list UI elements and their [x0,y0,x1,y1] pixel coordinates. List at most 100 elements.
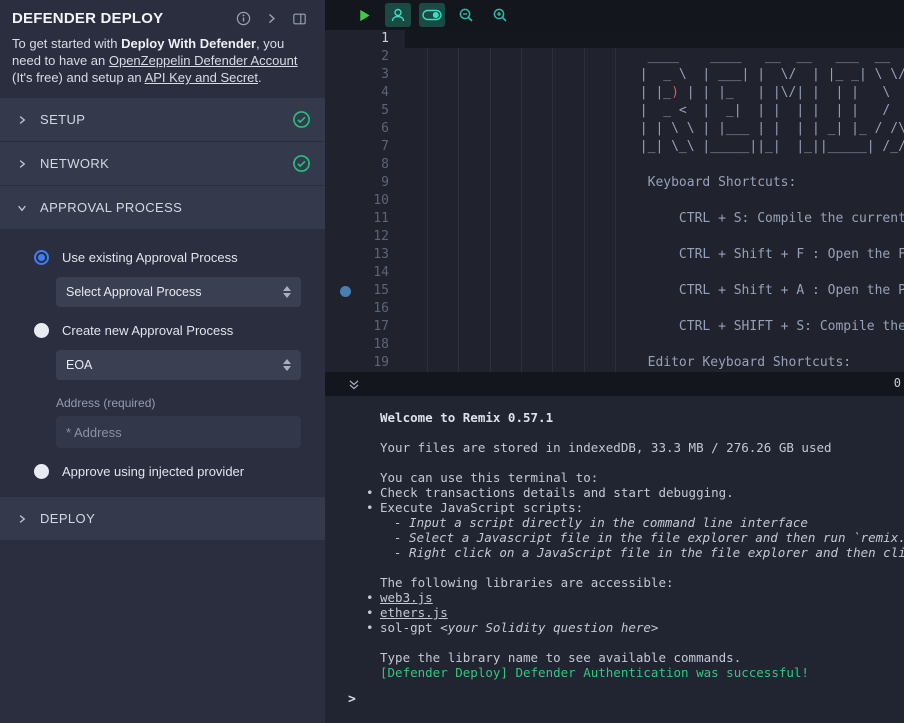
radio-label: Use existing Approval Process [62,250,238,265]
line-number[interactable]: 7 [325,138,405,156]
code-text: CTRL + Shift + F : Open the File Explore… [405,246,904,264]
editor-line[interactable]: 12 [325,228,904,246]
terminal-line [365,455,904,470]
intro-pre: To get started with [12,36,121,51]
collapse-panel-chevron-icon[interactable] [265,12,278,25]
collapse-terminal-icon[interactable] [347,378,361,391]
chevron-right-icon [16,114,28,126]
editor-line[interactable]: 16 [325,300,904,318]
terminal-line: ethers.js [365,605,904,620]
line-number[interactable]: 10 [325,192,405,210]
info-icon[interactable] [236,11,251,26]
editor-line[interactable]: 9 Keyboard Shortcuts: [325,174,904,192]
editor-line[interactable]: 7 |_| \_\ |_____||_| |_||_____| /_/\_\ [325,138,904,156]
editor-line[interactable]: 13 CTRL + Shift + F : Open the File Expl… [325,246,904,264]
approval-type-select[interactable]: EOA [56,350,301,380]
editor-line[interactable]: 2 ____ ____ __ __ ___ __ __ [325,48,904,66]
line-number[interactable]: 8 [325,156,405,174]
code-text: CTRL + SHIFT + S: Compile the current co… [405,318,904,336]
editor-line[interactable]: 4 | |_) | | |_ | |\/| | | | \ / [325,84,904,102]
defender-deploy-panel: DEFENDER DEPLOY To get started with Depl… [0,0,325,723]
intro-end: . [258,70,262,85]
intro-text: To get started with Deploy With Defender… [0,33,325,98]
terminal-line: The following libraries are accessible: [365,575,904,590]
terminal-line [365,560,904,575]
terminal[interactable]: Welcome to Remix 0.57.1 Your files are s… [325,396,904,723]
editor-terminal-area: 1 2 ____ ____ __ __ ___ __ __ [325,0,904,723]
check-circle-icon [292,110,311,129]
api-key-link[interactable]: API Key and Secret [145,70,258,85]
line-number[interactable]: 3 [325,66,405,84]
select-arrows-icon [283,286,291,298]
transaction-count-badge: 0 [894,376,901,390]
line-number[interactable]: 2 [325,48,405,66]
editor-line[interactable]: 19 Editor Keyboard Shortcuts: [325,354,904,372]
address-input[interactable] [56,416,301,448]
defender-account-link[interactable]: OpenZeppelin Defender Account [109,53,298,68]
intro-bold: Deploy With Defender [121,36,256,51]
editor-line[interactable]: 17 CTRL + SHIFT + S: Compile the current… [325,318,904,336]
radio-create-new[interactable]: Create new Approval Process [34,323,309,338]
editor-line[interactable]: 1 [325,30,904,48]
section-approval-process[interactable]: APPROVAL PROCESS [0,186,325,229]
line-number[interactable]: 19 [325,354,405,372]
terminal-prompt[interactable]: > [348,692,904,707]
editor-line[interactable]: 15 CTRL + Shift + A : Open the Plugin Ma… [325,282,904,300]
chevron-right-icon [16,513,28,525]
terminal-line: - Input a script directly in the command… [379,515,904,530]
line-number[interactable]: 17 [325,318,405,336]
terminal-line: Execute JavaScript scripts: [365,500,904,515]
radio-unselected-icon[interactable] [34,464,49,479]
line-number[interactable]: 13 [325,246,405,264]
terminal-line: [Defender Deploy] Defender Authenticatio… [365,665,904,680]
editor-line[interactable]: 5 | _ < | _| | | | | | | / \ [325,102,904,120]
line-number[interactable]: 15 [325,282,405,300]
line-number[interactable]: 12 [325,228,405,246]
code-text: | _ < | _| | | | | | | / \ [405,102,904,120]
panel-header-icons [236,11,313,26]
zoom-in-icon[interactable] [487,3,513,27]
editor-line[interactable]: 8 [325,156,904,174]
line-number[interactable]: 6 [325,120,405,138]
check-circle-icon [292,154,311,173]
terminal-line: Type the library name to see available c… [365,650,904,665]
radio-label: Create new Approval Process [62,323,233,338]
section-deploy[interactable]: DEPLOY [0,497,325,540]
ai-assistant-icon[interactable] [385,3,411,27]
line-number[interactable]: 18 [325,336,405,354]
editor-line[interactable]: 14 [325,264,904,282]
radio-injected-provider[interactable]: Approve using injected provider [34,464,309,479]
section-label: NETWORK [40,156,292,171]
editor-line[interactable]: 10 [325,192,904,210]
code-editor[interactable]: 1 2 ____ ____ __ __ ___ __ __ [325,30,904,372]
line-number[interactable]: 9 [325,174,405,192]
terminal-line: Welcome to Remix 0.57.1 [365,410,904,425]
line-number[interactable]: 11 [325,210,405,228]
panel-layout-icon[interactable] [292,12,307,26]
code-text: | _ \ | ___| | \/ | |_ _| \ \/ / [405,66,904,84]
terminal-line [365,635,904,650]
approval-process-body: Use existing Approval Process Select App… [0,230,325,497]
editor-line[interactable]: 11 CTRL + S: Compile the current contrac… [325,210,904,228]
editor-line[interactable]: 6 | | \ \ | |___ | | | | _| |_ / /\ \ [325,120,904,138]
terminal-line: sol-gpt <your Solidity question here> [365,620,904,635]
approval-process-select[interactable]: Select Approval Process [56,277,301,307]
line-number[interactable]: 16 [325,300,405,318]
line-number[interactable]: 5 [325,102,405,120]
zoom-out-icon[interactable] [453,3,479,27]
breakpoint-icon[interactable] [340,286,351,297]
radio-use-existing[interactable]: Use existing Approval Process [34,250,309,265]
editor-line[interactable]: 3 | _ \ | ___| | \/ | |_ _| \ \/ / [325,66,904,84]
section-setup[interactable]: SETUP [0,98,325,141]
line-number[interactable]: 1 [325,30,405,48]
run-script-button[interactable] [351,3,377,27]
copilot-toggle[interactable] [419,3,445,27]
radio-selected-icon[interactable] [34,250,49,265]
line-number[interactable]: 4 [325,84,405,102]
section-label: SETUP [40,112,292,127]
terminal-line: Check transactions details and start deb… [365,485,904,500]
editor-line[interactable]: 18 [325,336,904,354]
section-network[interactable]: NETWORK [0,142,325,185]
radio-unselected-icon[interactable] [34,323,49,338]
line-number[interactable]: 14 [325,264,405,282]
